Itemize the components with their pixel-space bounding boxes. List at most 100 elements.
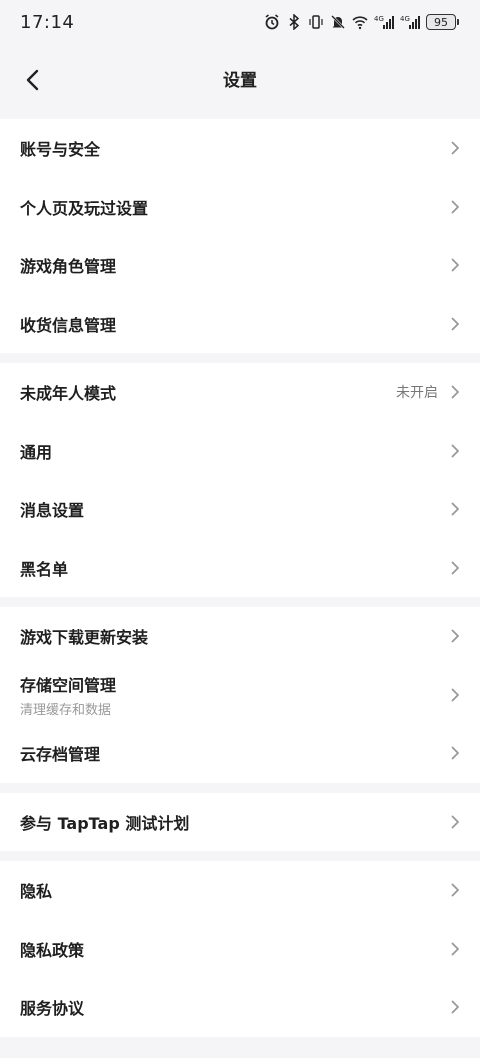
settings-item-text: 隐私政策 [20,937,84,961]
settings-item[interactable]: 隐私 [0,861,480,920]
settings-item-label: 参与 TapTap 测试计划 [20,813,190,833]
alarm-icon [265,14,279,30]
chevron-right-icon [451,629,459,643]
settings-item-text: 服务协议 [20,995,84,1019]
wifi-icon [352,16,368,30]
settings-item-text: 游戏下载更新安装 [20,624,148,648]
settings-group: 游戏下载更新安装 存储空间管理清理缓存和数据云存档管理 [0,607,480,783]
settings-item-trailing [448,178,462,237]
chevron-right-icon [451,1000,459,1014]
settings-item[interactable]: 游戏下载更新安装 [0,607,480,666]
status-icons: 4G 4G 95 [264,14,459,30]
battery-indicator: 95 [426,14,459,30]
settings-item-text: 账号与安全 [20,136,100,160]
chevron-right-icon [451,942,459,956]
settings-item-text: 收货信息管理 [20,312,116,336]
settings-item-text: 未成年人模式 [20,380,116,404]
settings-item[interactable]: 个人页及玩过设置 [0,178,480,237]
settings-item[interactable]: 云存档管理 [0,724,480,783]
section-gap [0,110,480,119]
settings-item-label: 账号与安全 [20,140,101,160]
settings-item[interactable]: 参与 TapTap 测试计划 [0,793,480,852]
settings-item-label: 存储空间管理 [20,675,117,695]
status-bar: 17:14 4G 4G 95 [0,0,480,50]
settings-item[interactable]: 存储空间管理清理缓存和数据 [0,666,480,725]
settings-group: 隐私隐私政策服务协议 [0,861,480,1037]
settings-item-value: 未开启 [396,385,438,402]
settings-item-trailing [448,920,462,979]
svg-text:4G: 4G [400,15,410,23]
settings-item-label: 游戏下载更新安装 [20,628,149,648]
settings-item-text: 参与 TapTap 测试计划 [20,810,189,834]
chevron-right-icon [451,317,459,331]
settings-item[interactable]: 通用 [0,422,480,481]
page-title: 设置 [223,71,257,91]
settings-item-trailing [448,480,462,539]
settings-item[interactable]: 未成年人模式 未开启 [0,363,480,422]
nav-bar: 设置 [0,50,480,110]
settings-item-label: 消息设置 [20,501,85,521]
settings-item-trailing [448,861,462,920]
svg-text:4G: 4G [374,15,384,23]
settings-item-text: 隐私 [20,878,52,902]
settings-item-trailing [448,236,462,295]
settings-item-text: 个人页及玩过设置 [20,195,148,219]
settings-item-label: 服务协议 [20,999,85,1019]
section-gap [0,597,480,607]
signal-4g-icon: 4G [374,15,394,29]
vibrate-icon [309,15,323,29]
chevron-right-icon [451,883,459,897]
chevron-right-icon [451,502,459,516]
settings-item-trailing [448,119,462,178]
chevron-right-icon [451,688,459,702]
settings-item-trailing [448,978,462,1037]
settings-item-trailing [448,666,462,725]
chevron-right-icon [451,444,459,458]
section-gap [0,851,480,861]
settings-item-label: 未成年人模式 [20,384,117,404]
settings-item-trailing [448,422,462,481]
section-gap [0,782,480,793]
settings-item-label: 隐私 [20,882,53,902]
settings-item-label: 个人页及玩过设置 [20,198,149,218]
settings-item-trailing [448,539,462,598]
settings-item-label: 隐私政策 [20,940,85,960]
signal-4g-icon: 4G [400,15,420,29]
chevron-right-icon [451,141,459,155]
settings-item[interactable]: 隐私政策 [0,920,480,979]
chevron-right-icon [451,746,459,760]
chevron-right-icon [451,385,459,399]
settings-item-trailing: 未开启 [396,363,462,422]
status-time: 17:14 [20,12,75,33]
settings-item-text: 消息设置 [20,497,84,521]
chevron-right-icon [451,200,459,214]
bluetooth-icon [289,14,300,30]
settings-item-text: 存储空间管理清理缓存和数据 [20,672,116,718]
mute-icon [331,15,345,29]
settings-item-subtitle: 清理缓存和数据 [20,702,112,718]
settings-item-trailing [448,607,462,666]
settings-item-text: 云存档管理 [20,741,100,765]
chevron-right-icon [451,815,459,829]
settings-list: 账号与安全个人页及玩过设置 游戏角色管理收货信息管理未成年人模式 未开启通用消息设置… [0,119,480,1037]
settings-item[interactable]: 服务协议 [0,978,480,1037]
settings-item-trailing [448,724,462,783]
settings-item[interactable]: 账号与安全 [0,119,480,178]
settings-item[interactable]: 消息设置 [0,480,480,539]
settings-group: 未成年人模式 未开启通用消息设置黑名单 [0,363,480,597]
settings-item-text: 通用 [20,439,52,463]
settings-item[interactable]: 收货信息管理 [0,295,480,354]
settings-group: 账号与安全个人页及玩过设置 游戏角色管理收货信息管理 [0,119,480,353]
settings-item-label: 黑名单 [20,559,69,579]
settings-item-trailing [448,793,462,852]
settings-item-text: 黑名单 [20,556,68,580]
settings-item[interactable]: 游戏角色管理 [0,236,480,295]
settings-item-label: 通用 [20,442,53,462]
settings-item-text: 游戏角色管理 [20,253,116,277]
chevron-right-icon [451,258,459,272]
settings-item[interactable]: 黑名单 [0,539,480,598]
settings-group: 参与 TapTap 测试计划 [0,792,480,852]
settings-item-label: 游戏角色管理 [20,257,117,277]
chevron-right-icon [451,561,459,575]
section-gap [0,353,480,363]
